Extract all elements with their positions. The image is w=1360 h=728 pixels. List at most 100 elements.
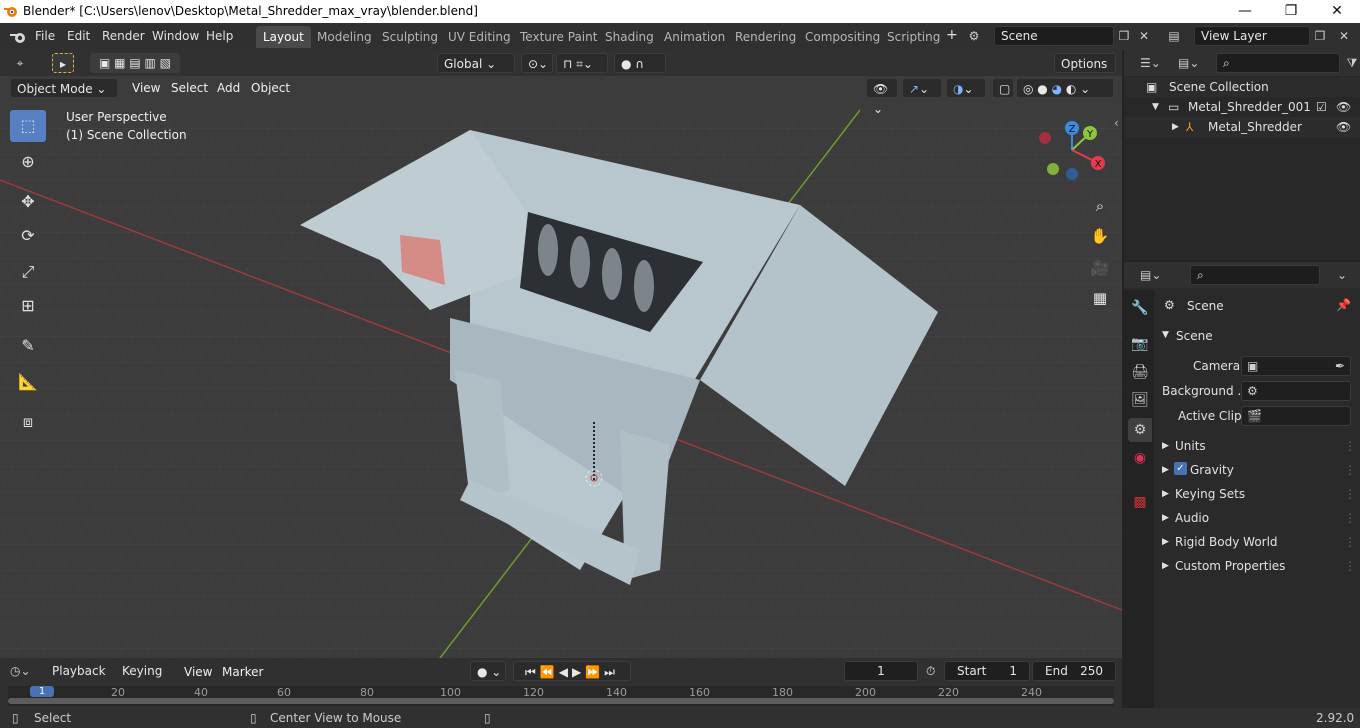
tab-layout[interactable]: Layout: [256, 26, 311, 48]
new-scene-icon[interactable]: ❐: [1114, 27, 1134, 45]
transform-orientation-dropdown[interactable]: Global ⌄: [437, 53, 515, 73]
camera-field[interactable]: ▣ ✒: [1241, 356, 1351, 376]
viewport-menu-view[interactable]: View: [132, 81, 160, 95]
visibility-eye-icon[interactable]: 👁: [1336, 97, 1351, 117]
select-box-icon[interactable]: ⬚: [10, 110, 46, 142]
drag-handle-icon[interactable]: ⋮⋮: [1344, 487, 1360, 501]
auto-keying-toggle[interactable]: ● ⌄: [470, 661, 506, 681]
pivot-point-dropdown[interactable]: ⊙⌄: [521, 53, 553, 73]
delete-scene-icon[interactable]: ✕: [1134, 27, 1154, 45]
tab-compositing[interactable]: Compositing: [798, 26, 887, 48]
playhead[interactable]: 1: [30, 686, 54, 697]
scale-icon[interactable]: ⤢: [10, 256, 46, 288]
menu-file[interactable]: File: [35, 29, 55, 43]
menu-window[interactable]: Window: [152, 29, 199, 43]
outliner-row-object[interactable]: ▶ ⅄ Metal_Shredder 👁: [1124, 117, 1360, 137]
editor-type-icon[interactable]: ⌖: [10, 54, 30, 72]
drag-handle-icon[interactable]: ⋮⋮: [1344, 439, 1360, 453]
options-dropdown[interactable]: Options ⌄: [1054, 53, 1116, 91]
playback-menu[interactable]: Playback ⌄: [46, 661, 112, 698]
filter-icon[interactable]: ⧩: [1342, 54, 1360, 72]
timeline-menu-view[interactable]: View: [184, 665, 212, 679]
gizmo-toggle[interactable]: ↗⌄: [902, 78, 942, 98]
chevron-down-icon[interactable]: ▼: [1162, 330, 1169, 340]
display-mode-icon[interactable]: ▤⌄: [1178, 54, 1199, 72]
view-layer-selector[interactable]: View Layer: [1194, 26, 1310, 46]
scene-icon[interactable]: ⚙: [964, 27, 984, 45]
tab-uv-editing[interactable]: UV Editing: [441, 26, 518, 48]
view-layer-icon[interactable]: ▤: [1164, 27, 1184, 45]
timeline-editor-icon[interactable]: ◷⌄: [10, 662, 31, 680]
menu-help[interactable]: Help: [206, 29, 233, 43]
pan-hand-icon[interactable]: ✋: [1086, 222, 1114, 250]
rotate-icon[interactable]: ⟳: [10, 220, 46, 252]
cursor-icon[interactable]: ⊕: [10, 146, 46, 178]
zoom-icon[interactable]: ⌕: [1086, 192, 1114, 220]
output-tab-icon[interactable]: 🖨: [1128, 360, 1152, 384]
blender-menu-icon[interactable]: [9, 29, 27, 45]
tab-sculpting[interactable]: Sculpting: [375, 26, 445, 48]
current-frame-field[interactable]: 1: [844, 661, 918, 681]
menu-edit[interactable]: Edit: [67, 29, 90, 43]
viewport-menu-add[interactable]: Add: [217, 81, 240, 95]
end-frame-field[interactable]: End 250: [1032, 661, 1116, 681]
timeline-scrollbar[interactable]: [8, 698, 1114, 704]
chevron-down-icon[interactable]: ⌄: [1332, 266, 1352, 284]
background-scene-field[interactable]: ⚙: [1241, 381, 1351, 401]
scene-panel-title[interactable]: Scene: [1176, 329, 1213, 343]
eyedropper-icon[interactable]: ✒: [1335, 357, 1345, 375]
chevron-right-icon[interactable]: ▶: [1172, 117, 1179, 137]
new-view-layer-icon[interactable]: ❐: [1310, 27, 1330, 45]
tab-modeling[interactable]: Modeling: [310, 26, 379, 48]
keying-menu[interactable]: Keying ⌄: [116, 661, 174, 698]
ortho-grid-icon[interactable]: ▦: [1086, 284, 1114, 312]
delete-view-layer-icon[interactable]: ✕: [1334, 27, 1354, 45]
camera-view-icon[interactable]: 🎥: [1086, 254, 1114, 282]
snap-dropdown[interactable]: ⊓ ⌗⌄: [556, 53, 608, 73]
scene-selector[interactable]: Scene: [994, 26, 1114, 46]
scene-tab-icon[interactable]: ⚙: [1128, 418, 1152, 442]
selection-mode-buttons[interactable]: ▣ ▦ ▤ ▥ ▧: [90, 53, 180, 73]
exclude-checkbox[interactable]: ☑: [1316, 97, 1327, 117]
outliner-row-scene-collection[interactable]: ▣ Scene Collection: [1124, 77, 1360, 97]
gravity-checkbox[interactable]: ✓: [1174, 462, 1187, 475]
menu-render[interactable]: Render: [102, 29, 145, 43]
view-layer-tab-icon[interactable]: 🖼: [1128, 388, 1152, 412]
mode-dropdown[interactable]: Object Mode ⌄: [10, 78, 118, 98]
visibility-eye-icon[interactable]: 👁: [1336, 117, 1351, 137]
texture-tab-icon[interactable]: ▩: [1128, 490, 1152, 514]
render-tab-icon[interactable]: 📷: [1128, 332, 1152, 356]
tab-animation[interactable]: Animation: [657, 26, 732, 48]
chevron-down-icon[interactable]: ▼: [1152, 97, 1159, 117]
visibility-dropdown[interactable]: 👁⌄: [866, 78, 898, 116]
pin-icon[interactable]: 📌: [1336, 298, 1351, 312]
close-button[interactable]: ✕: [1314, 0, 1360, 23]
tab-scripting[interactable]: Scripting: [880, 26, 947, 48]
tool-tab-icon[interactable]: 🔧: [1128, 296, 1152, 320]
drag-handle-icon[interactable]: ⋮⋮: [1344, 535, 1360, 549]
active-clip-field[interactable]: 🎬: [1241, 406, 1351, 426]
tab-rendering[interactable]: Rendering: [728, 26, 803, 48]
move-icon[interactable]: ✥: [10, 186, 46, 218]
viewport-menu-object[interactable]: Object: [251, 81, 290, 95]
world-tab-icon[interactable]: ◉: [1128, 446, 1152, 470]
playback-controls[interactable]: ⏮⏪◀▶⏩⏭: [513, 661, 631, 681]
start-frame-field[interactable]: Start 1: [944, 661, 1030, 681]
annotate-icon[interactable]: ✎: [10, 330, 46, 362]
overlays-toggle[interactable]: ◑⌄: [946, 78, 986, 98]
properties-editor-icon[interactable]: ▤⌄: [1140, 266, 1161, 284]
outliner-editor-icon[interactable]: ☰⌄: [1140, 54, 1161, 72]
xray-toggle[interactable]: ▢: [992, 78, 1014, 98]
add-cube-icon[interactable]: ⧈: [10, 406, 46, 438]
properties-search-input[interactable]: ⌕: [1190, 265, 1320, 285]
select-box-tool-button[interactable]: ▸: [52, 53, 74, 73]
minimize-button[interactable]: —: [1222, 0, 1268, 23]
timeline-ruler[interactable]: 1 20 40 60 80 100 120 140 160 180 200 22…: [8, 686, 1114, 706]
drag-handle-icon[interactable]: ⋮⋮: [1344, 463, 1360, 477]
transform-icon[interactable]: ⊞: [10, 290, 46, 322]
outliner-search-input[interactable]: ⌕: [1216, 53, 1340, 73]
maximize-button[interactable]: ❐: [1268, 0, 1314, 23]
drag-handle-icon[interactable]: ⋮⋮: [1344, 511, 1360, 525]
timeline-menu-marker[interactable]: Marker: [222, 665, 263, 679]
3d-viewport[interactable]: Z Y X ⌖ ▸ ▣ ▦ ▤ ▥ ▧ Global ⌄ ⊙⌄ ⊓ ⌗⌄ ● ∩…: [0, 50, 1122, 658]
